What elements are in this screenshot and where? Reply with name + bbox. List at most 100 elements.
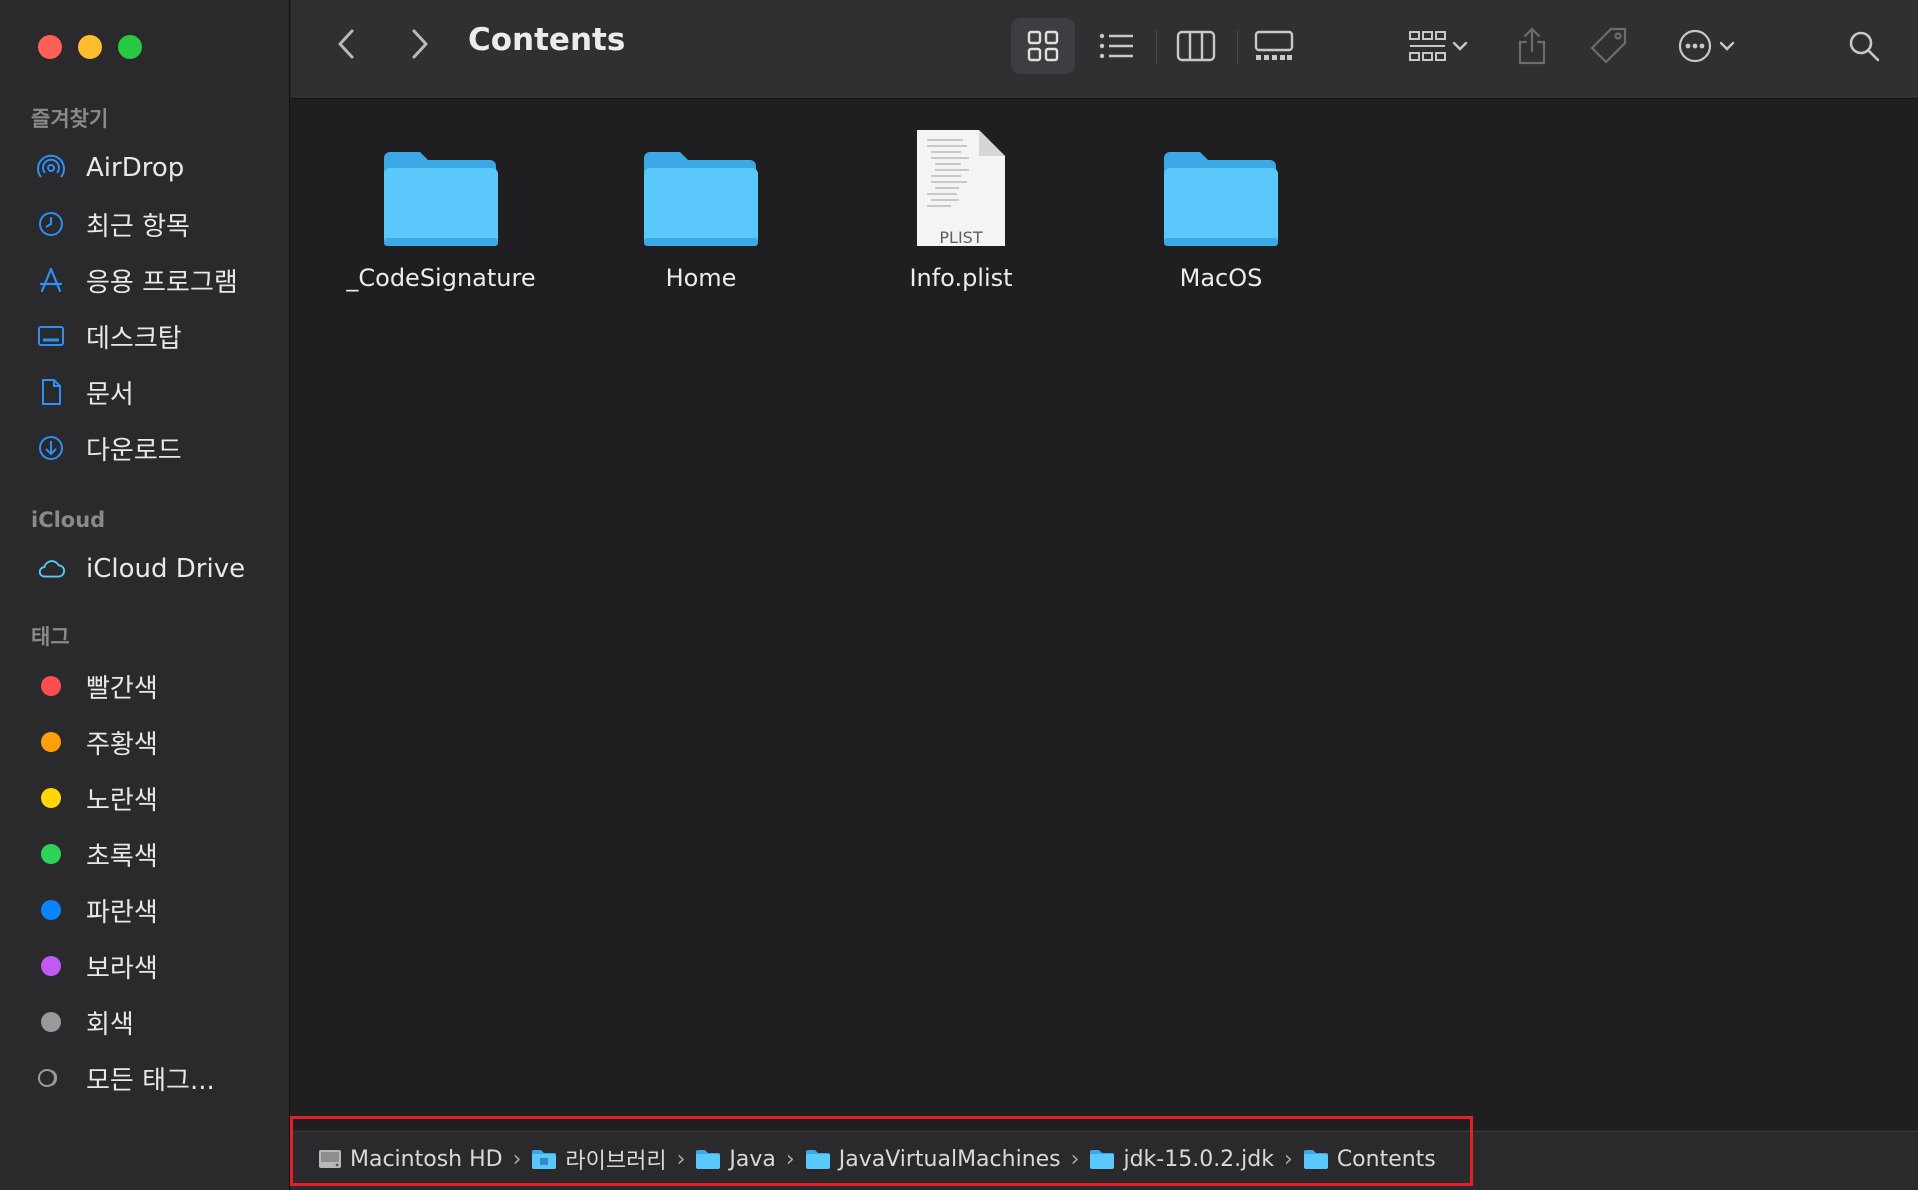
folder-icon	[1303, 1148, 1329, 1170]
sidebar-item-tag-green[interactable]: 초록색	[0, 826, 290, 882]
breadcrumb-item-javavirtualmachines[interactable]: JavaVirtualMachines	[805, 1147, 1061, 1172]
sidebar-favorites: 즐겨찾기 AirDrop 최근 항목 응용 프로그램 데스크탑 문서 다운로드	[0, 102, 290, 476]
tag-button[interactable]	[1586, 18, 1632, 74]
sidebar-item-all-tags[interactable]: 모든 태그...	[0, 1050, 290, 1106]
gallery-view-button[interactable]	[1248, 18, 1300, 74]
sidebar-item-recents[interactable]: 최근 항목	[0, 196, 290, 252]
sidebar-item-applications[interactable]: 응용 프로그램	[0, 252, 290, 308]
sidebar-item-downloads[interactable]: 다운로드	[0, 420, 290, 476]
tag-icon	[1590, 27, 1627, 64]
sidebar-item-label: 회색	[86, 1009, 134, 1040]
download-icon	[36, 433, 66, 463]
group-icon	[1409, 31, 1446, 61]
zoom-window-button[interactable]	[118, 35, 142, 59]
sidebar-item-documents[interactable]: 문서	[0, 364, 290, 420]
gallery-icon	[1254, 30, 1294, 60]
sidebar-item-label: 데스크탑	[86, 323, 182, 354]
drive-icon	[318, 1148, 342, 1170]
clock-icon	[36, 209, 66, 239]
file-name: MacOS	[1179, 264, 1263, 292]
sidebar-item-label: AirDrop	[86, 153, 185, 183]
sidebar-heading-favorites: 즐겨찾기	[31, 107, 109, 131]
tag-dot-icon	[36, 783, 66, 813]
breadcrumb-label: JavaVirtualMachines	[838, 1146, 1061, 1172]
breadcrumb-label: Java	[729, 1146, 776, 1172]
file-item-codesignature[interactable]: _CodeSignature	[331, 110, 551, 292]
file-type-badge: PLIST	[939, 228, 983, 247]
back-button[interactable]	[330, 24, 364, 64]
sidebar-tags: 태그 빨간색 주황색 노란색 초록색 파란색 보라색 회색 모든 태그...	[0, 620, 290, 1106]
sidebar-heading-icloud: iCloud	[31, 508, 106, 532]
file-item-home[interactable]: Home	[591, 110, 811, 292]
sidebar-item-icloud-drive[interactable]: iCloud Drive	[0, 541, 290, 597]
breadcrumb-item-library[interactable]: 라이브러리	[531, 1143, 667, 1175]
sidebar-item-label: 빨간색	[86, 673, 158, 704]
sidebar-item-label: 모든 태그...	[86, 1065, 215, 1096]
tag-dot-icon	[36, 895, 66, 925]
sidebar-item-label: iCloud Drive	[86, 554, 246, 584]
breadcrumb-separator: ›	[785, 1146, 795, 1172]
column-view-button[interactable]	[1170, 18, 1222, 74]
folder-icon	[695, 1148, 721, 1170]
sidebar-item-airdrop[interactable]: AirDrop	[0, 140, 290, 196]
sidebar-item-label: 주황색	[86, 729, 158, 760]
search-icon	[1849, 31, 1880, 62]
file-name: _CodeSignature	[346, 264, 536, 292]
columns-icon	[1176, 30, 1216, 62]
folder-icon	[1111, 110, 1331, 250]
breadcrumb-separator: ›	[512, 1146, 522, 1172]
sidebar-heading-tags: 태그	[31, 625, 70, 649]
window-title: Contents	[468, 22, 626, 58]
breadcrumb-item-jdk[interactable]: jdk-15.0.2.jdk	[1089, 1147, 1274, 1172]
sidebar-item-desktop[interactable]: 데스크탑	[0, 308, 290, 364]
ellipsis-circle-icon	[1678, 29, 1712, 63]
toolbar-divider	[1156, 30, 1157, 64]
sidebar-item-tag-purple[interactable]: 보라색	[0, 938, 290, 994]
desktop-icon	[36, 321, 66, 351]
group-by-button[interactable]	[1400, 18, 1476, 74]
breadcrumb-item-macintosh-hd[interactable]: Macintosh HD	[318, 1147, 503, 1172]
sidebar-item-tag-red[interactable]: 빨간색	[0, 658, 290, 714]
sidebar-item-label: 파란색	[86, 897, 158, 928]
sidebar-item-tag-blue[interactable]: 파란색	[0, 882, 290, 938]
close-window-button[interactable]	[38, 35, 62, 59]
list-icon	[1099, 33, 1133, 59]
minimize-window-button[interactable]	[78, 35, 102, 59]
sidebar-item-label: 노란색	[86, 785, 158, 816]
document-icon	[36, 377, 66, 407]
breadcrumb-separator: ›	[676, 1146, 686, 1172]
file-item-info-plist[interactable]: PLIST Info.plist	[851, 110, 1071, 292]
folder-icon	[805, 1148, 831, 1170]
more-actions-button[interactable]	[1668, 18, 1744, 74]
list-view-button[interactable]	[1092, 18, 1142, 74]
sidebar-item-label: 보라색	[86, 953, 158, 984]
applications-icon	[36, 265, 66, 295]
breadcrumb-label: Contents	[1336, 1146, 1436, 1172]
breadcrumb-item-java[interactable]: Java	[695, 1146, 776, 1172]
cloud-icon	[36, 554, 66, 584]
icon-view-button[interactable]	[1011, 18, 1075, 74]
forward-button[interactable]	[402, 24, 436, 64]
sidebar-item-tag-gray[interactable]: 회색	[0, 994, 290, 1050]
airdrop-icon	[36, 153, 66, 183]
sidebar-item-tag-orange[interactable]: 주황색	[0, 714, 290, 770]
tag-dot-icon	[36, 727, 66, 757]
grid-icon	[1027, 30, 1059, 62]
breadcrumb-label: jdk-15.0.2.jdk	[1123, 1146, 1274, 1172]
chevron-right-icon	[412, 29, 428, 59]
file-name: Home	[665, 264, 737, 292]
chevron-left-icon	[338, 29, 354, 59]
file-name: Info.plist	[909, 264, 1013, 292]
folder-icon	[591, 110, 811, 250]
share-button[interactable]	[1512, 18, 1552, 74]
sidebar-icloud: iCloud iCloud Drive	[0, 503, 290, 597]
sidebar-item-label: 응용 프로그램	[86, 267, 238, 298]
search-button[interactable]	[1842, 22, 1886, 70]
sidebar-item-tag-yellow[interactable]: 노란색	[0, 770, 290, 826]
breadcrumb-label: Macintosh HD	[350, 1146, 503, 1172]
file-item-macos[interactable]: MacOS	[1111, 110, 1331, 292]
share-icon	[1518, 27, 1546, 65]
finder-window: 즐겨찾기 AirDrop 최근 항목 응용 프로그램 데스크탑 문서 다운로드 …	[0, 0, 1918, 1190]
breadcrumb-label: 라이브러리	[565, 1149, 667, 1174]
breadcrumb-item-contents[interactable]: Contents	[1303, 1147, 1436, 1172]
